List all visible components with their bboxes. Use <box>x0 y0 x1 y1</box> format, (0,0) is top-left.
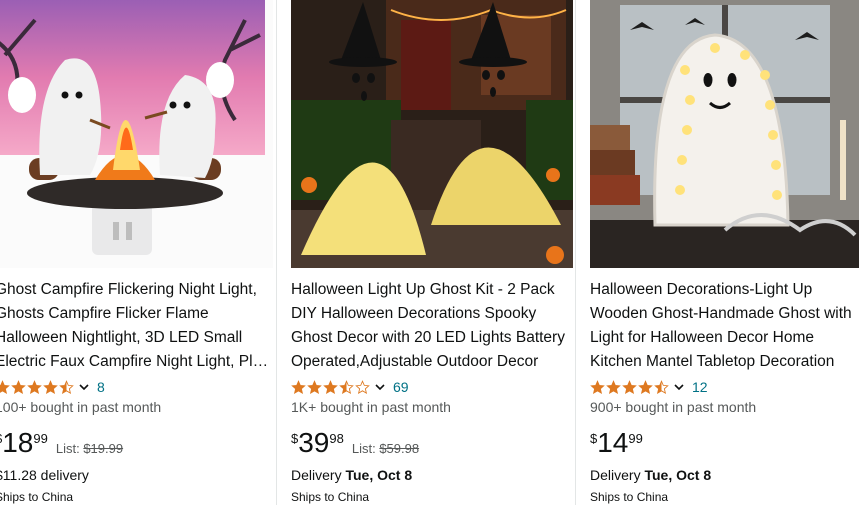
product-rating[interactable]: 8 <box>0 377 105 397</box>
product-card[interactable]: Halloween Decorations-Light Up Wooden Gh… <box>590 0 859 505</box>
star-icon <box>590 379 605 394</box>
bought-in-past-month: 100+ bought in past month <box>0 399 162 415</box>
delivery-info: Delivery Tue, Oct 8 <box>590 467 711 483</box>
list-price: List: $19.99 <box>56 441 123 456</box>
delivery-date: Tue, Oct 8 <box>644 467 712 483</box>
price-whole: 14 <box>597 427 629 458</box>
star-rating <box>291 379 371 395</box>
card-divider <box>276 0 277 505</box>
ships-to: Ships to China <box>590 490 669 504</box>
card-divider <box>575 0 576 505</box>
product-image-light-up-ghost-kit[interactable] <box>291 0 573 268</box>
product-title[interactable]: Halloween Light Up Ghost Kit - 2 Pack DI… <box>291 278 573 374</box>
ships-to: Ships to China <box>291 490 370 504</box>
price-currency: $ <box>291 431 299 446</box>
product-title[interactable]: Halloween Decorations-Light Up Wooden Gh… <box>590 278 859 374</box>
review-count[interactable]: 69 <box>393 379 409 395</box>
star-icon <box>0 379 10 394</box>
star-icon <box>11 379 26 394</box>
star-icon <box>307 379 322 394</box>
product-image-ghost-campfire[interactable] <box>0 0 273 268</box>
light-up-ghost-photo <box>291 0 573 268</box>
list-price: List: $59.98 <box>352 441 419 456</box>
ghost-campfire-illustration <box>0 0 273 268</box>
star-icon <box>622 379 637 394</box>
delivery-text: Delivery <box>291 467 346 483</box>
star-icon <box>59 379 74 394</box>
bought-in-past-month: 900+ bought in past month <box>590 399 757 415</box>
list-label: List: <box>55 441 80 456</box>
star-icon <box>323 379 338 394</box>
product-rating[interactable]: 12 <box>590 377 708 397</box>
bought-in-past-month: 1K+ bought in past month <box>291 399 451 415</box>
star-icon <box>606 379 621 394</box>
star-icon <box>339 379 354 394</box>
product-card[interactable]: Ghost Campfire Flickering Night Light, G… <box>0 0 273 505</box>
product-card[interactable]: Halloween Light Up Ghost Kit - 2 Pack DI… <box>291 0 573 505</box>
star-icon <box>43 379 58 394</box>
star-icon <box>355 379 370 394</box>
price[interactable]: $ 39 98 List: $59.98 <box>291 426 419 460</box>
review-count[interactable]: 8 <box>97 379 105 395</box>
star-rating <box>590 379 670 395</box>
star-rating <box>0 379 75 395</box>
review-count[interactable]: 12 <box>692 379 708 395</box>
delivery-info: Delivery Tue, Oct 8 <box>291 467 412 483</box>
list-label: List: <box>351 441 376 456</box>
chevron-down-icon[interactable] <box>373 380 387 394</box>
ships-to: Ships to China <box>0 490 74 504</box>
delivery-text: Delivery <box>590 467 645 483</box>
price-currency: $ <box>590 431 598 446</box>
price-whole: 18 <box>2 427 34 458</box>
star-icon <box>27 379 42 394</box>
star-icon <box>654 379 669 394</box>
delivery-date: Tue, Oct 8 <box>345 467 413 483</box>
product-image-wooden-ghost[interactable] <box>590 0 859 268</box>
price[interactable]: $ 18 99 List: $19.99 <box>0 426 123 460</box>
list-price-value: $19.99 <box>83 441 124 456</box>
delivery-info: $11.28 delivery <box>0 467 89 483</box>
star-icon <box>291 379 306 394</box>
price-fraction: 99 <box>628 431 643 446</box>
star-icon <box>638 379 653 394</box>
chevron-down-icon[interactable] <box>672 380 686 394</box>
wooden-ghost-photo <box>590 0 859 268</box>
price-fraction: 99 <box>33 431 48 446</box>
price[interactable]: $ 14 99 <box>590 426 643 460</box>
chevron-down-icon[interactable] <box>77 380 91 394</box>
list-price-value: $59.98 <box>379 441 420 456</box>
product-title[interactable]: Ghost Campfire Flickering Night Light, G… <box>0 278 273 374</box>
delivery-text: $11.28 delivery <box>0 467 89 483</box>
product-rating[interactable]: 69 <box>291 377 409 397</box>
price-whole: 39 <box>298 427 330 458</box>
price-fraction: 98 <box>329 431 344 446</box>
